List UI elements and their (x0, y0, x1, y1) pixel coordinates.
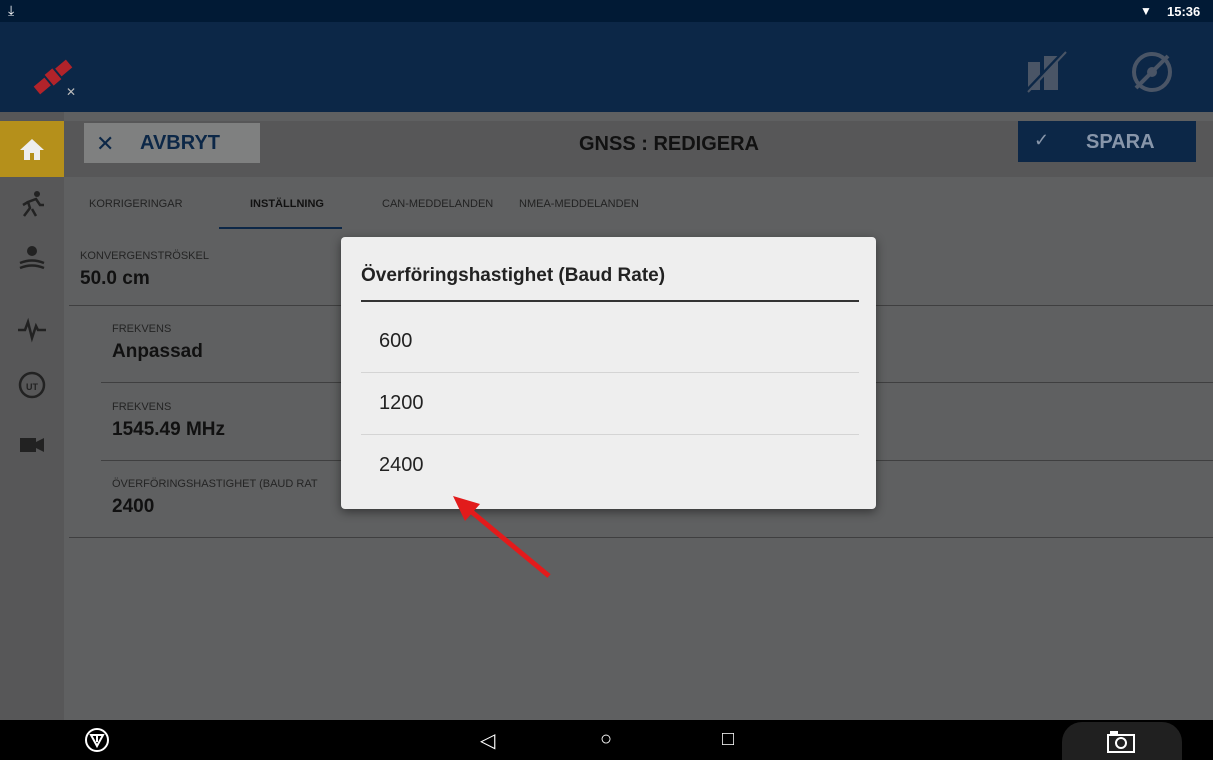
top-app-bar: ✕ (0, 22, 1213, 112)
checkmark-icon: ✓ (1034, 130, 1050, 150)
field-convergence-threshold[interactable]: KONVERGENSTRÖSKEL 50.0 cm (80, 250, 209, 290)
status-bar: ⤓ ▼ 15:36 (0, 0, 1213, 22)
field-label: KONVERGENSTRÖSKEL (80, 250, 209, 262)
steering-disabled-icon[interactable] (1128, 48, 1176, 96)
diagnostics-icon[interactable] (16, 312, 48, 344)
tab-korrigeringar[interactable]: KORRIGERINGAR (89, 198, 183, 210)
running-icon[interactable] (16, 188, 48, 220)
camera-icon (1107, 731, 1135, 753)
field-value: Anpassad (112, 341, 203, 362)
field-value: 50.0 cm (80, 268, 150, 289)
side-navigation: UT (0, 112, 64, 720)
implement-disabled-icon[interactable] (1022, 48, 1070, 96)
field-frequency-mode[interactable]: FREKVENS Anpassad (112, 323, 203, 363)
home-nav-icon[interactable]: ○ (600, 728, 612, 751)
download-icon: ⤓ (8, 2, 15, 18)
field-label: FREKVENS (112, 323, 172, 335)
video-camera-icon[interactable] (16, 428, 48, 460)
option-600[interactable]: 600 (361, 310, 859, 373)
save-label: SPARA (1086, 131, 1155, 153)
divider (69, 537, 1213, 538)
edit-header: ✕ AVBRYT GNSS : REDIGERA ✓ SPARA (64, 121, 1213, 177)
save-button[interactable]: ✓ SPARA (1018, 121, 1196, 162)
baud-rate-dialog: Överföringshastighet (Baud Rate) 600 120… (341, 237, 876, 509)
cancel-label: AVBRYT (140, 132, 220, 154)
home-icon (20, 139, 44, 160)
back-icon[interactable]: ◁ (480, 728, 495, 753)
tab-bar: KORRIGERINGAR INSTÄLLNING CAN-MEDDELANDE… (64, 182, 1213, 230)
status-time: 15:36 (1167, 4, 1201, 19)
option-label: 1200 (379, 392, 424, 414)
field-value: 1545.49 MHz (112, 419, 226, 440)
close-icon: ✕ (96, 131, 115, 156)
svg-text:UT: UT (26, 382, 38, 392)
wifi-icon: ▼ (1140, 4, 1152, 18)
field-label: FREKVENS (112, 401, 172, 413)
page-title: GNSS : REDIGERA (578, 133, 760, 155)
option-label: 2400 (379, 454, 424, 476)
red-arrow-annotation (453, 496, 551, 578)
field-frequency[interactable]: FREKVENS 1545.49 MHz (112, 401, 225, 441)
option-1200[interactable]: 1200 (361, 372, 859, 435)
field-settings-icon[interactable] (16, 241, 48, 273)
disconnected-x-icon: ✕ (66, 85, 77, 99)
trimble-emergency-icon[interactable] (84, 727, 110, 753)
sidebar-item-home[interactable] (0, 121, 64, 177)
dialog-title-divider (361, 300, 859, 302)
ut-icon[interactable]: UT (16, 369, 48, 401)
dialog-title: Överföringshastighet (Baud Rate) (361, 265, 666, 286)
field-value: 2400 (112, 496, 155, 517)
field-label: ÖVERFÖRINGSHASTIGHET (BAUD RAT (112, 478, 318, 490)
cancel-button[interactable]: ✕ AVBRYT (84, 123, 260, 163)
recents-icon[interactable]: □ (722, 728, 734, 751)
option-label: 600 (379, 330, 413, 352)
screenshot-button[interactable] (1062, 722, 1182, 760)
tab-can-meddelanden[interactable]: CAN-MEDDELANDEN (382, 198, 493, 210)
field-baud-rate[interactable]: ÖVERFÖRINGSHASTIGHET (BAUD RAT 2400 (112, 478, 318, 518)
tab-installning[interactable]: INSTÄLLNING (250, 198, 324, 210)
tab-nmea-meddelanden[interactable]: NMEA-MEDDELANDEN (519, 198, 639, 210)
option-2400[interactable]: 2400 (361, 434, 859, 496)
active-tab-indicator (219, 227, 342, 229)
android-nav-bar: ◁ ○ □ (0, 720, 1213, 760)
